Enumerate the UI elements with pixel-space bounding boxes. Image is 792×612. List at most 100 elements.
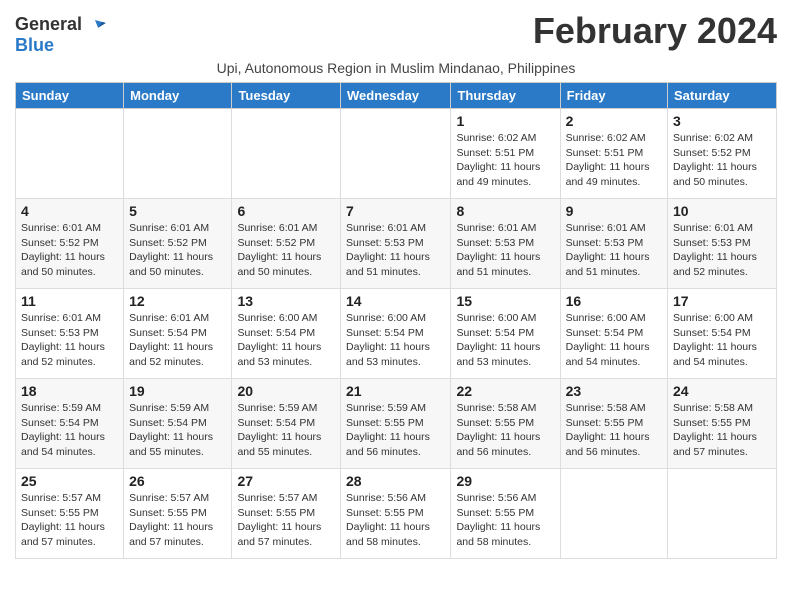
calendar-cell: 2Sunrise: 6:02 AM Sunset: 5:51 PM Daylig… [560, 109, 667, 199]
calendar-cell: 11Sunrise: 6:01 AM Sunset: 5:53 PM Dayli… [16, 289, 124, 379]
week-row-3: 11Sunrise: 6:01 AM Sunset: 5:53 PM Dayli… [16, 289, 777, 379]
subtitle: Upi, Autonomous Region in Muslim Mindana… [15, 60, 777, 76]
calendar-header-row: SundayMondayTuesdayWednesdayThursdayFrid… [16, 83, 777, 109]
calendar-cell: 28 Sunrise: 5:56 AM Sunset: 5:55 PM Dayli… [341, 469, 451, 559]
calendar-cell: 21 Sunrise: 5:59 AM Sunset: 5:55 PM Dayli… [341, 379, 451, 469]
day-number: 25 [21, 473, 118, 489]
day-content: Sunrise: 5:59 AM Sunset: 5:54 PM Dayligh… [21, 401, 118, 460]
calendar-cell: 15 Sunrise: 6:00 AM Sunset: 5:54 PM Dayli… [451, 289, 560, 379]
calendar-cell: 7 Sunrise: 6:01 AM Sunset: 5:53 PM Daylig… [341, 199, 451, 289]
day-content: Sunrise: 6:02 AM Sunset: 5:51 PM Dayligh… [566, 131, 662, 190]
day-number: 18 [21, 383, 118, 399]
logo-blue: Blue [15, 35, 54, 56]
logo-bird-icon [89, 17, 107, 35]
calendar-cell: 4 Sunrise: 6:01 AM Sunset: 5:52 PM Daylig… [16, 199, 124, 289]
day-header-friday: Friday [560, 83, 667, 109]
day-number: 15 [456, 293, 554, 309]
day-header-saturday: Saturday [668, 83, 777, 109]
day-number: 1 [456, 113, 554, 129]
day-number: 16 [566, 293, 662, 309]
week-row-1: 1 Sunrise: 6:02 AM Sunset: 5:51 PM Daylig… [16, 109, 777, 199]
day-number: 26 [129, 473, 226, 489]
day-content: Sunrise: 6:01 AM Sunset: 5:52 PM Dayligh… [237, 221, 335, 280]
calendar-cell: 5Sunrise: 6:01 AM Sunset: 5:52 PM Daylig… [124, 199, 232, 289]
day-number: 5 [129, 203, 226, 219]
day-number: 19 [129, 383, 226, 399]
day-number: 24 [673, 383, 771, 399]
calendar-cell: 26 Sunrise: 5:57 AM Sunset: 5:55 PM Dayli… [124, 469, 232, 559]
calendar-table: SundayMondayTuesdayWednesdayThursdayFrid… [15, 82, 777, 559]
day-content: Sunrise: 6:00 AM Sunset: 5:54 PM Dayligh… [673, 311, 771, 370]
day-content: Sunrise: 5:59 AM Sunset: 5:55 PM Dayligh… [346, 401, 445, 460]
day-number: 14 [346, 293, 445, 309]
day-content: Sunrise: 5:58 AM Sunset: 5:55 PM Dayligh… [673, 401, 771, 460]
calendar-cell [232, 109, 341, 199]
calendar-cell: 12Sunrise: 6:01 AM Sunset: 5:54 PM Dayli… [124, 289, 232, 379]
day-header-sunday: Sunday [16, 83, 124, 109]
day-number: 21 [346, 383, 445, 399]
day-content: Sunrise: 5:59 AM Sunset: 5:54 PM Dayligh… [129, 401, 226, 460]
day-content: Sunrise: 6:00 AM Sunset: 5:54 PM Dayligh… [566, 311, 662, 370]
calendar-cell: 25 Sunrise: 5:57 AM Sunset: 5:55 PM Dayli… [16, 469, 124, 559]
day-number: 12 [129, 293, 226, 309]
day-content: Sunrise: 5:57 AM Sunset: 5:55 PM Dayligh… [21, 491, 118, 550]
calendar-cell: 29 Sunrise: 5:56 AM Sunset: 5:55 PM Dayli… [451, 469, 560, 559]
day-content: Sunrise: 5:57 AM Sunset: 5:55 PM Dayligh… [129, 491, 226, 550]
calendar-cell: 18 Sunrise: 5:59 AM Sunset: 5:54 PM Dayli… [16, 379, 124, 469]
day-content: Sunrise: 5:56 AM Sunset: 5:55 PM Dayligh… [456, 491, 554, 550]
day-content: Sunrise: 6:00 AM Sunset: 5:54 PM Dayligh… [237, 311, 335, 370]
day-content: Sunrise: 6:01 AM Sunset: 5:53 PM Dayligh… [673, 221, 771, 280]
week-row-2: 4 Sunrise: 6:01 AM Sunset: 5:52 PM Daylig… [16, 199, 777, 289]
calendar-cell: 14 Sunrise: 6:00 AM Sunset: 5:54 PM Dayli… [341, 289, 451, 379]
calendar-cell: 27 Sunrise: 5:57 AM Sunset: 5:55 PM Dayli… [232, 469, 341, 559]
day-content: Sunrise: 5:57 AM Sunset: 5:55 PM Dayligh… [237, 491, 335, 550]
calendar-cell: 19 Sunrise: 5:59 AM Sunset: 5:54 PM Dayli… [124, 379, 232, 469]
day-number: 27 [237, 473, 335, 489]
day-content: Sunrise: 6:00 AM Sunset: 5:54 PM Dayligh… [346, 311, 445, 370]
day-number: 28 [346, 473, 445, 489]
day-content: Sunrise: 6:01 AM Sunset: 5:52 PM Dayligh… [21, 221, 118, 280]
day-header-tuesday: Tuesday [232, 83, 341, 109]
day-content: Sunrise: 5:59 AM Sunset: 5:54 PM Dayligh… [237, 401, 335, 460]
calendar-cell [16, 109, 124, 199]
day-content: Sunrise: 5:58 AM Sunset: 5:55 PM Dayligh… [566, 401, 662, 460]
month-title: February 2024 [533, 10, 777, 52]
day-number: 4 [21, 203, 118, 219]
day-number: 23 [566, 383, 662, 399]
calendar-cell: 6 Sunrise: 6:01 AM Sunset: 5:52 PM Daylig… [232, 199, 341, 289]
week-row-5: 25 Sunrise: 5:57 AM Sunset: 5:55 PM Dayli… [16, 469, 777, 559]
day-content: Sunrise: 6:00 AM Sunset: 5:54 PM Dayligh… [456, 311, 554, 370]
day-content: Sunrise: 5:58 AM Sunset: 5:55 PM Dayligh… [456, 401, 554, 460]
calendar-cell: 8Sunrise: 6:01 AM Sunset: 5:53 PM Daylig… [451, 199, 560, 289]
day-header-thursday: Thursday [451, 83, 560, 109]
day-number: 9 [566, 203, 662, 219]
day-number: 6 [237, 203, 335, 219]
day-number: 3 [673, 113, 771, 129]
week-row-4: 18 Sunrise: 5:59 AM Sunset: 5:54 PM Dayli… [16, 379, 777, 469]
calendar-cell: 20 Sunrise: 5:59 AM Sunset: 5:54 PM Dayli… [232, 379, 341, 469]
day-content: Sunrise: 5:56 AM Sunset: 5:55 PM Dayligh… [346, 491, 445, 550]
logo: General Blue [15, 14, 107, 56]
day-number: 20 [237, 383, 335, 399]
header: General Blue February 2024 [15, 10, 777, 56]
day-content: Sunrise: 6:02 AM Sunset: 5:51 PM Dayligh… [456, 131, 554, 190]
day-number: 29 [456, 473, 554, 489]
day-content: Sunrise: 6:02 AM Sunset: 5:52 PM Dayligh… [673, 131, 771, 190]
calendar-cell: 13Sunrise: 6:00 AM Sunset: 5:54 PM Dayli… [232, 289, 341, 379]
day-header-wednesday: Wednesday [341, 83, 451, 109]
calendar-cell: 1 Sunrise: 6:02 AM Sunset: 5:51 PM Daylig… [451, 109, 560, 199]
calendar-cell: 23 Sunrise: 5:58 AM Sunset: 5:55 PM Dayli… [560, 379, 667, 469]
calendar-cell: 16 Sunrise: 6:00 AM Sunset: 5:54 PM Dayli… [560, 289, 667, 379]
calendar-cell: 17 Sunrise: 6:00 AM Sunset: 5:54 PM Dayli… [668, 289, 777, 379]
calendar-cell: 3 Sunrise: 6:02 AM Sunset: 5:52 PM Daylig… [668, 109, 777, 199]
calendar-cell [341, 109, 451, 199]
day-number: 22 [456, 383, 554, 399]
day-number: 7 [346, 203, 445, 219]
calendar-cell [124, 109, 232, 199]
day-number: 17 [673, 293, 771, 309]
calendar-cell [560, 469, 667, 559]
calendar-cell: 22 Sunrise: 5:58 AM Sunset: 5:55 PM Dayli… [451, 379, 560, 469]
day-content: Sunrise: 6:01 AM Sunset: 5:53 PM Dayligh… [456, 221, 554, 280]
day-content: Sunrise: 6:01 AM Sunset: 5:53 PM Dayligh… [346, 221, 445, 280]
calendar-cell: 10Sunrise: 6:01 AM Sunset: 5:53 PM Dayli… [668, 199, 777, 289]
